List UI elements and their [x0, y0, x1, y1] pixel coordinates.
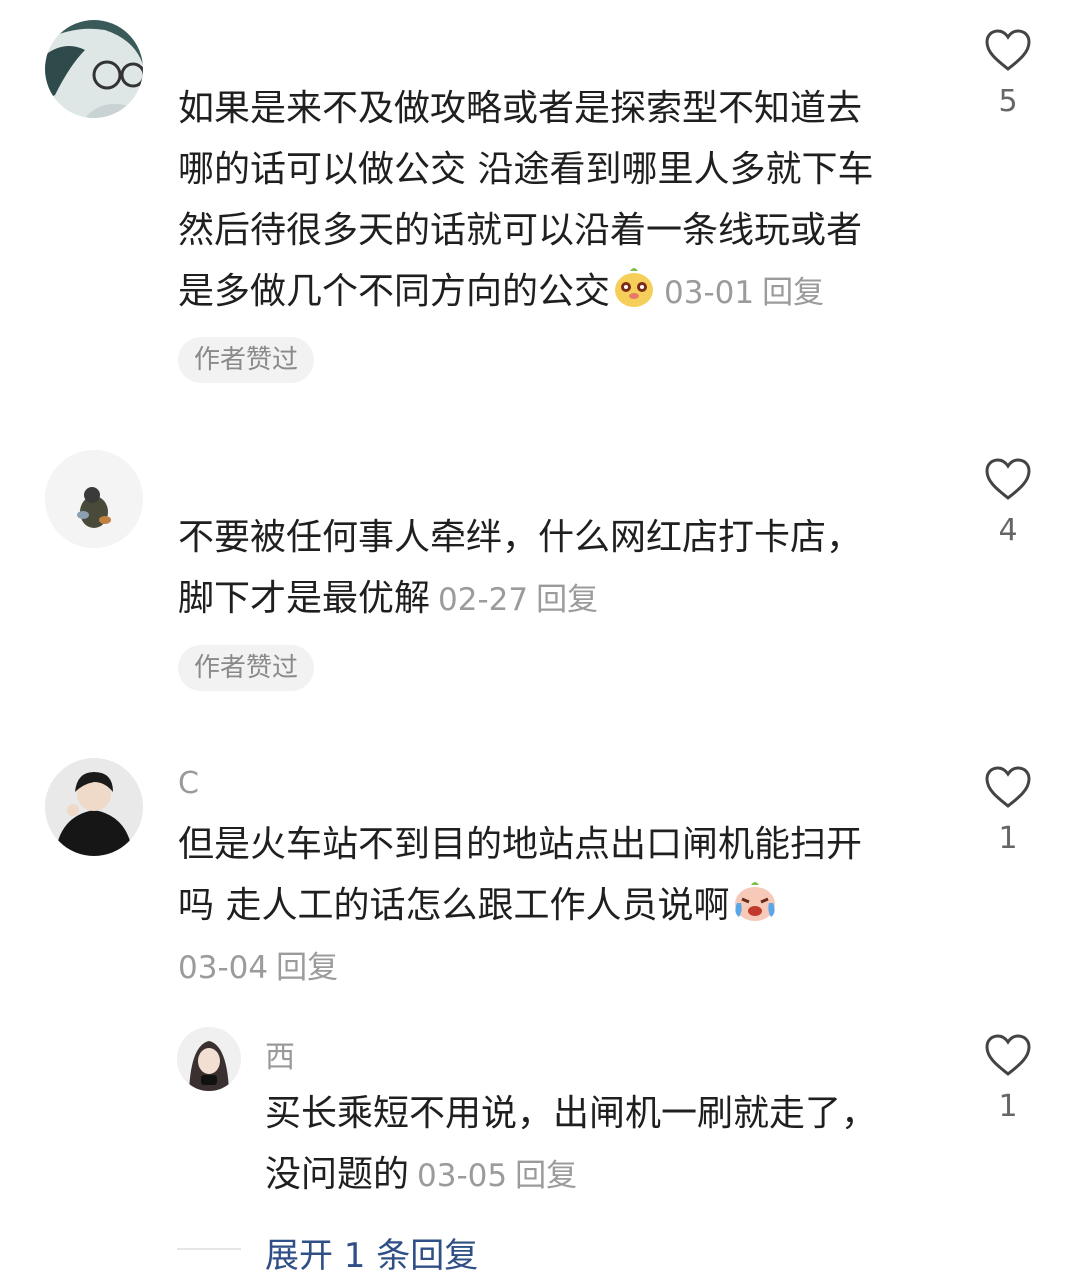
comment-meta-row: 03-04 回复 — [170, 936, 338, 999]
heart-icon[interactable] — [984, 1033, 1032, 1077]
comment-line: 但是火车站不到目的地站点出口闸机能扫开 — [178, 824, 863, 865]
like-control[interactable]: 5 — [973, 28, 1043, 119]
like-count: 5 — [998, 84, 1018, 119]
comment-line: 然后待很多天的话就可以沿着一条线玩或者 — [178, 210, 863, 251]
avatar[interactable] — [45, 20, 143, 118]
comment-line: 如果是来不及做攻略或者是探索型不知道去 — [178, 88, 863, 129]
reply-button[interactable]: 回复 — [276, 950, 338, 986]
heart-icon[interactable] — [984, 28, 1032, 72]
reply-line: 买长乘短不用说，出闸机一刷就走了， — [265, 1093, 878, 1134]
expand-replies-button[interactable]: 展开 1 条回复 — [265, 1228, 478, 1277]
comment-line: 脚下才是最优解 — [178, 578, 431, 619]
reply-line: 没问题的 — [265, 1154, 410, 1195]
meerkat-face-icon — [612, 265, 656, 309]
like-control[interactable]: 1 — [973, 765, 1043, 856]
reply-username[interactable]: 西 — [265, 1032, 295, 1076]
avatar[interactable] — [177, 1027, 241, 1091]
reply-button[interactable]: 回复 — [536, 582, 598, 618]
comment-text: 如果是来不及做攻略或者是探索型不知道去 哪的话可以做公交 沿途看到哪里人多就下车… — [178, 78, 873, 322]
reply-text: 买长乘短不用说，出闸机一刷就走了， 没问题的 03-05 回复 — [265, 1083, 877, 1205]
comment-text: 但是火车站不到目的地站点出口闸机能扫开 吗 走人工的话怎么跟工作人员说啊 — [178, 814, 862, 936]
comment-date: 03-04 — [178, 950, 269, 986]
comment-line: 吗 走人工的话怎么跟工作人员说啊 — [178, 885, 730, 926]
comment-item: C 但是火车站不到目的地站点出口闸机能扫开 吗 走人工的话怎么跟工作人员说啊 0… — [0, 738, 1080, 998]
reply-date: 03-05 — [417, 1158, 508, 1194]
like-count: 4 — [998, 513, 1018, 548]
comment-line-last: 吗 走人工的话怎么跟工作人员说啊 — [178, 875, 862, 936]
like-control[interactable]: 4 — [973, 457, 1043, 548]
comment-line: 哪的话可以做公交 沿途看到哪里人多就下车 — [178, 149, 874, 190]
comment-date: 03-01 — [664, 275, 755, 311]
comment-line: 不要被任何事人牵绊，什么网红店打卡店， — [178, 517, 863, 558]
like-count: 1 — [998, 1089, 1018, 1124]
comment-line-last: 是多做几个不同方向的公交 03-01 回复 — [178, 261, 873, 322]
avatar[interactable] — [45, 450, 143, 548]
comment-text: 不要被任何事人牵绊，什么网红店打卡店， 脚下才是最优解 02-27 回复 — [178, 507, 862, 629]
heart-icon[interactable] — [984, 765, 1032, 809]
comment-line: 是多做几个不同方向的公交 — [178, 271, 611, 312]
reply-button[interactable]: 回复 — [515, 1158, 577, 1194]
avatar[interactable] — [45, 758, 143, 856]
heart-icon[interactable] — [984, 457, 1032, 501]
reply-button[interactable]: 回复 — [762, 275, 824, 311]
comment-item: 如果是来不及做攻略或者是探索型不知道去 哪的话可以做公交 沿途看到哪里人多就下车… — [0, 0, 1080, 420]
reply-line-last: 没问题的 03-05 回复 — [265, 1144, 877, 1205]
comment-line-last: 脚下才是最优解 02-27 回复 — [178, 568, 862, 629]
comment-date: 02-27 — [438, 582, 529, 618]
author-liked-badge: 作者赞过 — [178, 645, 315, 691]
reply-item: 西 买长乘短不用说，出闸机一刷就走了， 没问题的 03-05 回复 1 — [0, 1010, 1080, 1210]
crying-face-icon — [731, 879, 776, 923]
like-control[interactable]: 1 — [973, 1033, 1043, 1124]
divider — [177, 1248, 241, 1250]
author-liked-badge: 作者赞过 — [178, 337, 315, 383]
comment-item: 不要被任何事人牵绊，什么网红店打卡店， 脚下才是最优解 02-27 回复 作者赞过 … — [0, 430, 1080, 730]
like-count: 1 — [998, 821, 1018, 856]
comment-username[interactable]: C — [178, 766, 199, 801]
